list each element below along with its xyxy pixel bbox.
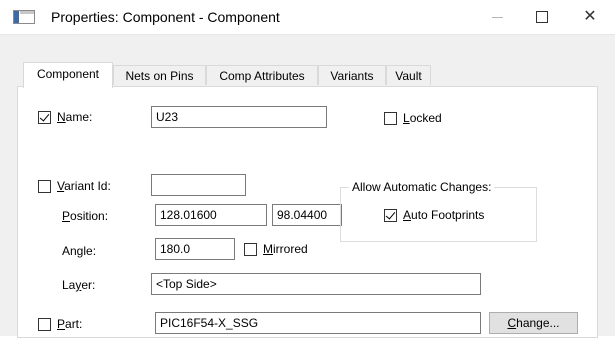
- tab-vault[interactable]: Vault: [386, 65, 431, 85]
- part-label: Part:: [57, 317, 83, 331]
- maximize-icon: [536, 11, 548, 23]
- change-button[interactable]: Change...: [489, 312, 578, 334]
- tab-label: Variants: [330, 69, 374, 83]
- title-bar: Properties: Component - Component ✕: [0, 0, 615, 35]
- tab-label: Component: [36, 67, 100, 81]
- auto-footprints-label: Auto Footprints: [403, 208, 485, 222]
- window-title: Properties: Component - Component: [51, 9, 280, 25]
- name-checkbox[interactable]: [38, 111, 51, 124]
- mirrored-label: Mirrored: [263, 242, 308, 256]
- tab-component[interactable]: Component: [23, 62, 113, 88]
- minimize-button[interactable]: [474, 0, 520, 34]
- checkmark-icon: [39, 111, 50, 122]
- tab-comp-attributes[interactable]: Comp Attributes: [206, 65, 318, 85]
- close-icon: ✕: [583, 8, 597, 25]
- angle-field[interactable]: 180.0: [155, 238, 235, 260]
- variant-id-label: Variant Id:: [57, 179, 111, 193]
- mirrored-checkbox[interactable]: [244, 243, 257, 256]
- position-y-field[interactable]: 98.04400: [272, 204, 342, 226]
- auto-changes-title: Allow Automatic Changes:: [349, 180, 495, 194]
- app-window-icon: [13, 10, 35, 24]
- name-field[interactable]: U23: [151, 106, 327, 128]
- maximize-button[interactable]: [519, 0, 565, 34]
- auto-footprints-checkbox[interactable]: [384, 209, 397, 222]
- locked-label: Locked: [403, 111, 442, 125]
- angle-label: Angle:: [62, 244, 97, 258]
- name-label: Name:: [57, 110, 93, 124]
- tab-nets-on-pins[interactable]: Nets on Pins: [113, 65, 206, 85]
- tab-variants[interactable]: Variants: [318, 65, 386, 85]
- locked-checkbox[interactable]: [384, 112, 397, 125]
- close-button[interactable]: ✕: [567, 0, 613, 34]
- part-checkbox[interactable]: [38, 318, 51, 331]
- layer-label: Layer:: [62, 278, 96, 292]
- variant-id-checkbox[interactable]: [38, 180, 51, 193]
- position-x-field[interactable]: 128.01600: [155, 204, 267, 226]
- layer-field[interactable]: <Top Side>: [151, 273, 481, 295]
- tab-label: Nets on Pins: [125, 69, 194, 83]
- checkmark-icon: [385, 209, 396, 220]
- minimize-icon: [491, 16, 503, 18]
- variant-id-field[interactable]: [151, 174, 246, 196]
- tab-label: Vault: [395, 69, 422, 83]
- part-field[interactable]: PIC16F54-X_SSG: [155, 312, 481, 334]
- position-label: Position:: [62, 209, 109, 223]
- tab-label: Comp Attributes: [219, 69, 305, 83]
